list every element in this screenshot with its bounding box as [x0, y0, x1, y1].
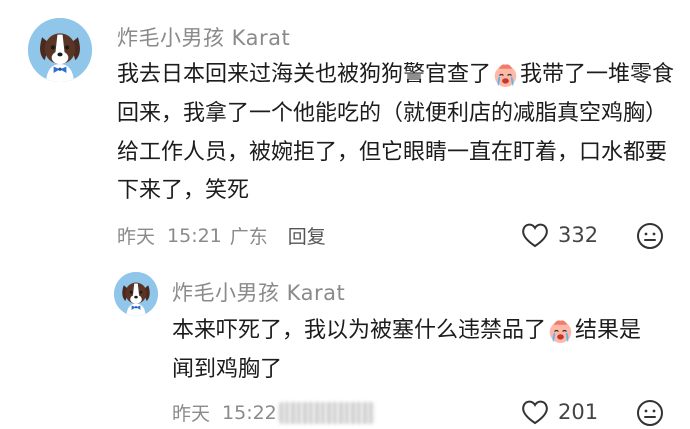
avatar[interactable] [114, 272, 158, 316]
comment-date: 昨天 [117, 226, 156, 248]
comment-date: 昨天 [172, 403, 211, 425]
comment-text-part-1: 我去日本回来过海关也被狗狗警官查了 [117, 62, 492, 87]
like-button[interactable]: 332 [520, 221, 598, 249]
comment-location: 广东 [229, 226, 268, 248]
blurred-location [278, 401, 375, 424]
username[interactable]: 炸毛小男孩 Karat [172, 277, 345, 307]
like-button[interactable]: 201 [520, 398, 598, 426]
like-count: 201 [558, 400, 599, 424]
comment-time: 15:22 [222, 401, 277, 424]
comment-text: 我去日本回来过海关也被狗狗警官查了 我带了一堆零食回来，我拿了一个他能吃的（就便利… [117, 56, 677, 211]
like-count: 332 [558, 223, 599, 247]
avatar[interactable] [28, 18, 92, 82]
reply-button[interactable]: 回复 [288, 222, 326, 249]
comment-text-part-1: 本来吓死了，我以为被塞什么违禁品了 [172, 318, 547, 343]
comment-meta: 昨天 15:21 广东 回复 [117, 222, 326, 249]
comment-time: 15:21 [167, 224, 222, 247]
neutral-face-icon [636, 399, 664, 427]
comment-text: 本来吓死了，我以为被塞什么违禁品了 结果是闻到鸡胸了 [172, 312, 652, 390]
reaction-button[interactable] [636, 399, 664, 427]
username[interactable]: 炸毛小男孩 Karat [117, 22, 290, 52]
heart-icon [520, 398, 550, 426]
neutral-face-icon [636, 222, 664, 250]
dog-avatar-icon [114, 272, 158, 316]
dog-avatar-icon [28, 18, 92, 82]
crying-face-emoji-icon [492, 62, 519, 89]
comment-meta: 昨天 15:22 [172, 399, 375, 426]
heart-icon [520, 221, 550, 249]
reaction-button[interactable] [636, 222, 664, 250]
crying-face-emoji-icon [547, 318, 574, 345]
